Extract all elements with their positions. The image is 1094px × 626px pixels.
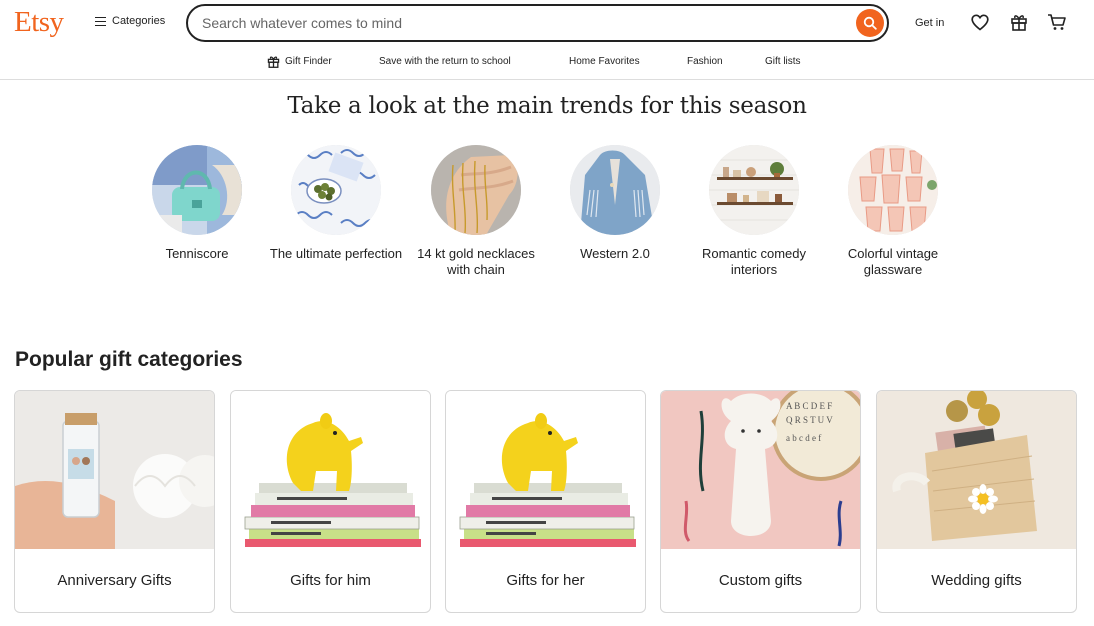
category-label: Gifts for him	[290, 572, 371, 589]
category-label: Gifts for her	[506, 572, 585, 589]
nav-gift-finder[interactable]: Gift Finder	[267, 55, 332, 68]
nav-gift-lists[interactable]: Gift lists	[765, 56, 801, 67]
nav-fashion[interactable]: Fashion	[687, 56, 723, 67]
trend-image	[848, 145, 938, 235]
trend-image	[152, 145, 242, 235]
trend-label: Western 2.0	[580, 246, 650, 261]
trend-item-tenniscore[interactable]: Tenniscore	[127, 145, 267, 262]
popular-categories-heading: Popular gift categories	[15, 348, 243, 371]
hamburger-icon	[95, 16, 106, 27]
nav-home-favorites[interactable]: Home Favorites	[569, 56, 640, 67]
search-button[interactable]	[856, 9, 884, 37]
trend-item-western[interactable]: Western 2.0	[545, 145, 685, 262]
category-label: Custom gifts	[718, 572, 803, 589]
site-header: Etsy Categories Get in	[0, 0, 1094, 46]
trends-heading: Take a look at the main trends for this …	[287, 93, 807, 119]
nav-back-to-school[interactable]: Save with the return to school	[379, 56, 511, 67]
category-image: A B C D E F Q R S T U V a b c d e f	[661, 391, 860, 549]
trend-item-romantic-interiors[interactable]: Romantic comedy interiors	[684, 145, 824, 278]
trend-item-vintage-glassware[interactable]: Colorful vintage glassware	[823, 145, 963, 278]
cart-button[interactable]	[1047, 12, 1067, 32]
trend-item-gold-necklaces[interactable]: 14 kt gold necklaces with chain	[406, 145, 546, 278]
search-bar	[186, 4, 889, 42]
category-card-anniversary[interactable]: Anniversary Gifts	[14, 390, 215, 613]
gift-icon	[267, 56, 280, 68]
category-card-wedding-gifts[interactable]: Wedding gifts	[876, 390, 1077, 613]
search-input[interactable]	[202, 14, 842, 32]
category-image	[877, 391, 1076, 549]
category-image	[446, 391, 645, 549]
category-label: Anniversary Gifts	[57, 572, 172, 589]
category-image	[15, 391, 214, 549]
gift-button[interactable]	[1009, 12, 1029, 32]
trend-image	[431, 145, 521, 235]
trend-label: Colorful vintage glassware	[847, 246, 939, 277]
trend-image	[291, 145, 381, 235]
trend-label: Romantic comedy interiors	[701, 246, 807, 277]
gift-icon	[1011, 15, 1027, 31]
trend-label: Tenniscore	[165, 246, 229, 261]
category-image	[231, 391, 430, 549]
svg-text:Q R S T U V: Q R S T U V	[786, 415, 833, 425]
categories-menu-button[interactable]: Categories	[95, 15, 165, 27]
svg-text:A B C D E F: A B C D E F	[786, 401, 832, 411]
secondary-nav: Gift Finder Save with the return to scho…	[0, 46, 1094, 80]
category-card-custom-gifts[interactable]: A B C D E F Q R S T U V a b c d e f Cust…	[660, 390, 861, 613]
cart-icon	[1048, 14, 1066, 30]
trend-label: 14 kt gold necklaces with chain	[417, 246, 535, 277]
category-card-gifts-for-him[interactable]: Gifts for him	[230, 390, 431, 613]
nav-label: Gift Finder	[285, 56, 332, 67]
category-label: Wedding gifts	[931, 572, 1022, 589]
search-icon	[863, 16, 877, 30]
etsy-logo[interactable]: Etsy	[14, 6, 64, 39]
trend-image	[570, 145, 660, 235]
sign-in-link[interactable]: Get in	[915, 17, 944, 29]
heart-icon	[971, 13, 989, 31]
trend-image	[709, 145, 799, 235]
favorites-button[interactable]	[970, 12, 990, 32]
trend-label: The ultimate perfection	[269, 246, 403, 261]
svg-text:a b c d e f: a b c d e f	[786, 433, 821, 443]
category-card-gifts-for-her[interactable]: Gifts for her	[445, 390, 646, 613]
trend-item-ultimate-perfection[interactable]: The ultimate perfection	[266, 145, 406, 262]
categories-label: Categories	[112, 15, 166, 27]
